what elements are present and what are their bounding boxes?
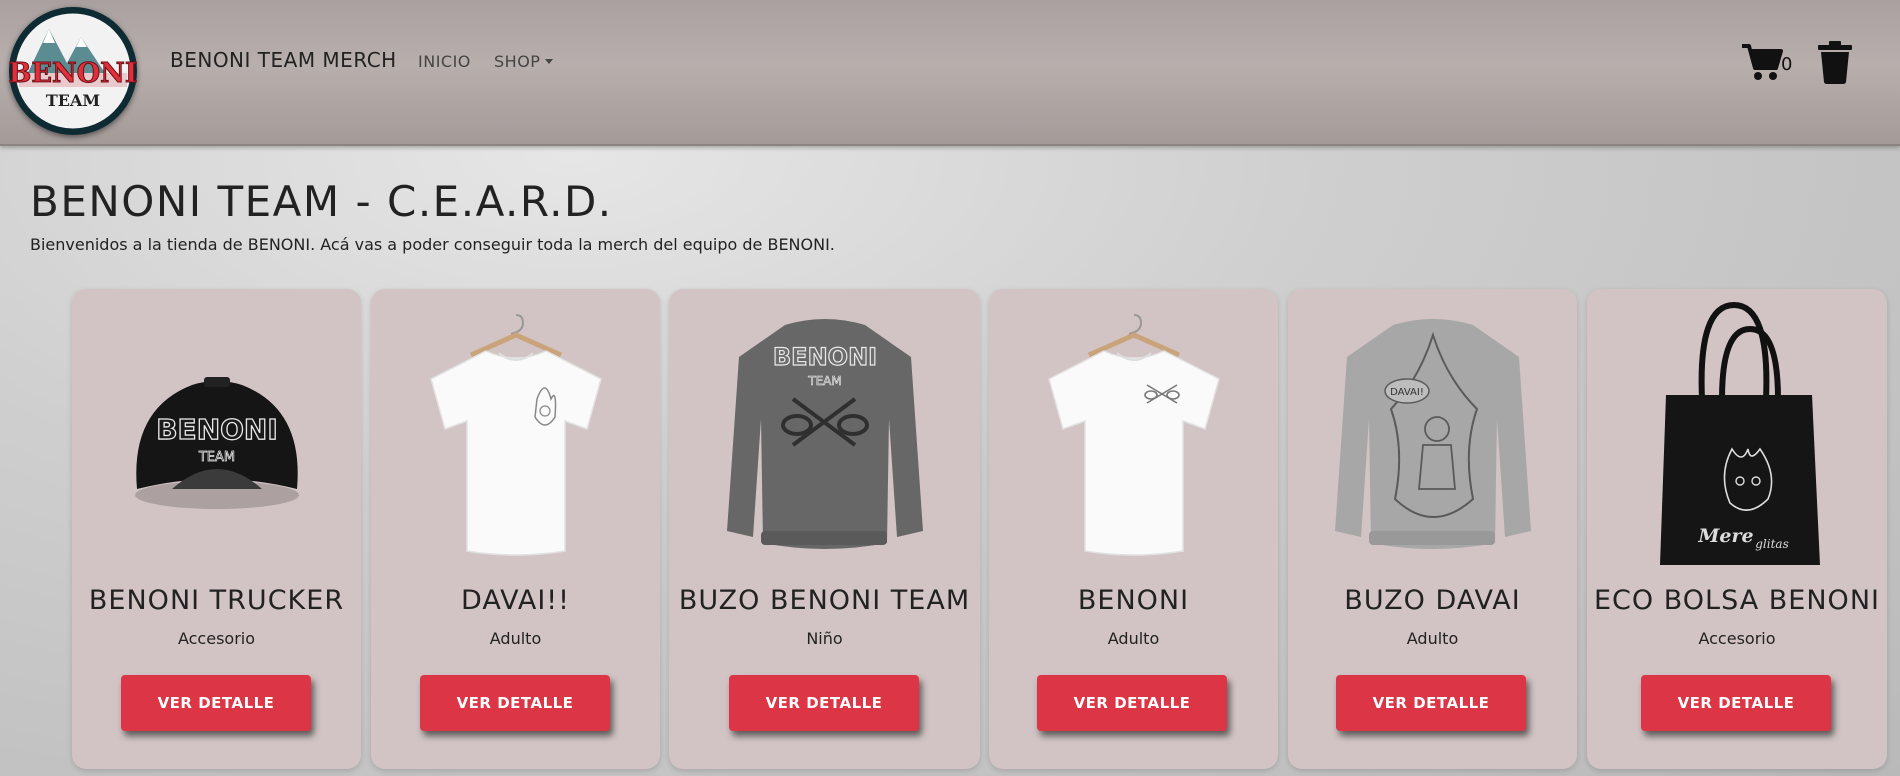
product-card: BENONI TEAM BENONI TRUCKER Accesorio VER… <box>72 289 361 769</box>
svg-text:BENONI: BENONI <box>156 413 278 446</box>
product-image[interactable]: BENONI TEAM <box>669 299 980 569</box>
svg-text:glitas: glitas <box>1755 537 1789 551</box>
product-name: BENONI TRUCKER <box>88 585 345 616</box>
product-image[interactable] <box>371 299 660 569</box>
product-category: Adulto <box>489 629 542 648</box>
svg-text:Mere: Mere <box>1697 525 1753 547</box>
page-title: BENONI TEAM - C.E.A.R.D. <box>30 177 613 226</box>
product-name: DAVAI!! <box>461 585 570 616</box>
nav-shop-dropdown[interactable]: SHOP <box>494 52 554 71</box>
svg-text:TEAM: TEAM <box>197 450 234 465</box>
product-name: BUZO DAVAI <box>1344 585 1521 616</box>
page-description: Bienvenidos a la tienda de BENONI. Acá v… <box>30 235 835 254</box>
tote-bag-image: Mere glitas <box>1660 301 1820 565</box>
sweatshirt-image: DAVAI! <box>1334 319 1531 549</box>
svg-text:TEAM: TEAM <box>807 374 841 388</box>
cart-count: 0 <box>1781 54 1793 75</box>
product-category: Adulto <box>1406 629 1459 648</box>
ver-detalle-button[interactable]: VER DETALLE <box>1037 675 1227 731</box>
product-card: DAVAI!! Adulto VER DETALLE <box>371 289 660 769</box>
tshirt-image <box>1047 314 1220 556</box>
sweatshirt-image: BENONI TEAM <box>726 319 923 549</box>
logo-emblem: BENONI TEAM <box>9 8 137 134</box>
ver-detalle-button[interactable]: VER DETALLE <box>420 675 610 731</box>
navbar: BENONI TEAM BENONI TEAM MERCH INICIO SHO… <box>0 0 1900 146</box>
cart-icon <box>1742 44 1783 80</box>
empty-cart-button[interactable] <box>1818 40 1852 84</box>
product-card: BENONI TEAM BUZO BENONI TEAM Niño VER DE… <box>669 289 980 769</box>
cart-button[interactable] <box>1740 42 1784 82</box>
svg-text:TEAM: TEAM <box>46 91 100 110</box>
ver-detalle-button[interactable]: VER DETALLE <box>1641 675 1831 731</box>
product-image[interactable] <box>989 299 1278 569</box>
ver-detalle-button[interactable]: VER DETALLE <box>1336 675 1526 731</box>
product-category: Accesorio <box>1698 629 1776 648</box>
product-category: Niño <box>806 629 843 648</box>
product-name: ECO BOLSA BENONI <box>1594 585 1880 616</box>
product-image[interactable]: Mere glitas <box>1587 299 1887 569</box>
product-category: Accesorio <box>177 629 256 648</box>
tshirt-image <box>429 314 602 556</box>
caret-down-icon <box>545 59 554 64</box>
cap-image: BENONI TEAM <box>134 377 299 509</box>
ver-detalle-button[interactable]: VER DETALLE <box>729 675 919 731</box>
product-image[interactable]: DAVAI! <box>1288 299 1577 569</box>
nav-inicio[interactable]: INICIO <box>418 52 471 71</box>
brand-name[interactable]: BENONI TEAM MERCH <box>170 48 397 72</box>
nav-shop-label: SHOP <box>494 52 541 71</box>
svg-text:BENONI: BENONI <box>772 343 876 371</box>
product-category: Adulto <box>1107 629 1160 648</box>
product-card: Mere glitas ECO BOLSA BENONI Accesorio V… <box>1587 289 1887 769</box>
benoni-logo[interactable]: BENONI TEAM <box>9 7 137 135</box>
svg-text:BENONI: BENONI <box>9 58 137 89</box>
svg-text:DAVAI!: DAVAI! <box>1390 387 1424 398</box>
product-card: BENONI Adulto VER DETALLE <box>989 289 1278 769</box>
product-image[interactable]: BENONI TEAM <box>72 299 361 569</box>
product-name: BENONI <box>1077 585 1190 616</box>
ver-detalle-button[interactable]: VER DETALLE <box>121 675 311 731</box>
product-card: DAVAI! BUZO DAVAI Adulto VER DETALLE <box>1288 289 1577 769</box>
trash-icon <box>1818 41 1852 84</box>
product-name: BUZO BENONI TEAM <box>678 585 971 616</box>
